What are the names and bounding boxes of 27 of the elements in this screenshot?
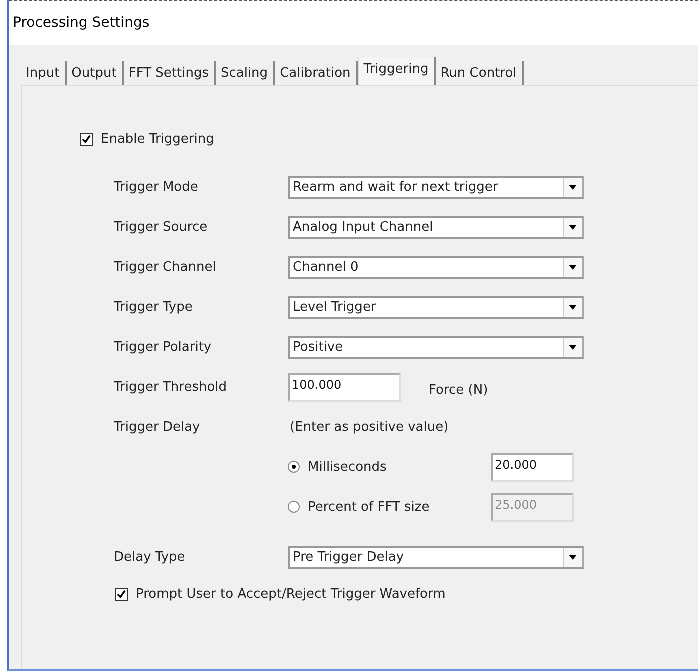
dropdown[interactable]: Channel 0 (288, 256, 584, 278)
field-label: Trigger Source (114, 220, 209, 234)
dropdown[interactable]: Rearm and wait for next trigger (288, 176, 584, 198)
field-label: Trigger Type (114, 300, 194, 314)
checkbox[interactable] (80, 132, 93, 146)
dropdown[interactable]: Analog Input Channel (288, 216, 584, 238)
checkbox-label: Prompt User to Accept/Reject Trigger Waveform (136, 586, 446, 602)
field-label: Trigger Channel (114, 260, 218, 274)
input-field[interactable]: 20.000 (491, 452, 574, 482)
radio-button[interactable] (288, 461, 300, 473)
window-title: Processing Settings (13, 15, 150, 31)
checkbox[interactable] (115, 588, 128, 600)
checkbox-label: Enable Triggering (101, 132, 214, 146)
radio-label: Milliseconds (308, 460, 387, 474)
radio-label: Percent of FFT size (308, 500, 430, 514)
tab[interactable]: Triggering (358, 57, 436, 85)
field-label: Trigger Mode (114, 180, 200, 194)
hint-text: (Enter as positive value) (289, 420, 450, 434)
unit-label: Force (N) (429, 382, 488, 398)
field-label: Trigger Polarity (114, 340, 213, 354)
input-field[interactable]: 100.000 (288, 372, 401, 402)
field-label: Delay Type (114, 550, 186, 564)
dropdown[interactable]: Positive (288, 336, 584, 358)
dropdown[interactable]: Level Trigger (288, 296, 584, 318)
field-label: Trigger Delay (114, 420, 202, 434)
dropdown[interactable]: Pre Trigger Delay (288, 546, 584, 568)
field-label: Trigger Threshold (114, 380, 228, 394)
